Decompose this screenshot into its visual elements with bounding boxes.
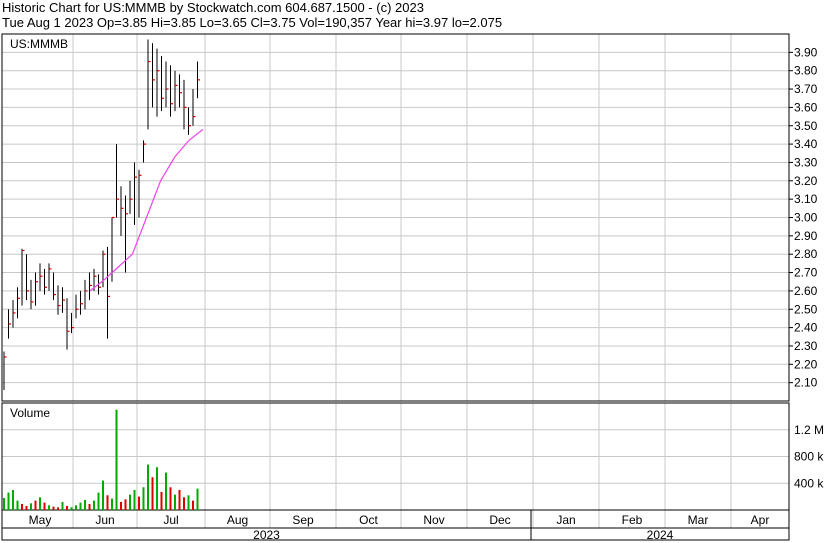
volume-tick-label: 800 k xyxy=(794,450,824,464)
price-bar xyxy=(89,272,92,301)
price-bar xyxy=(161,56,164,112)
price-bar xyxy=(12,300,16,328)
price-tick-label: 2.90 xyxy=(794,229,818,243)
price-bar xyxy=(84,279,88,310)
price-bar xyxy=(30,279,34,310)
price-tick-label: 3.10 xyxy=(794,192,818,206)
price-tick-label: 3.30 xyxy=(794,155,818,169)
price-bar xyxy=(80,290,83,315)
price-bar xyxy=(107,246,110,339)
price-bar xyxy=(174,70,178,112)
month-label: Nov xyxy=(423,513,444,527)
price-bar xyxy=(138,169,142,218)
price-bar xyxy=(53,272,56,301)
price-bar xyxy=(102,250,106,288)
price-bar xyxy=(39,263,43,291)
symbol-label: US:MMMB xyxy=(10,37,68,51)
price-axis-ticks: 2.10 2.20 2.30 2.40 2.50 2.60 2.70 2.80 2.90 3.00… xyxy=(789,45,818,390)
year-label: 2023 xyxy=(253,528,280,542)
price-tick-label: 2.80 xyxy=(794,247,818,261)
price-bar xyxy=(48,263,52,291)
price-bar xyxy=(197,61,200,99)
price-tick-label: 3.70 xyxy=(794,82,818,96)
price-bar xyxy=(165,61,169,108)
year-label: 2024 xyxy=(647,528,674,542)
price-tick-label: 3.40 xyxy=(794,137,818,151)
price-bar xyxy=(170,65,173,117)
volume-axis-ticks: 400 k 800 k 1.2 M xyxy=(794,423,824,491)
month-label: Jul xyxy=(163,513,178,527)
price-tick-label: 2.70 xyxy=(794,266,818,280)
price-tick-label: 2.20 xyxy=(794,357,818,371)
volume-tick-label: 1.2 M xyxy=(794,423,824,437)
price-bar xyxy=(183,79,187,130)
price-bar xyxy=(129,180,133,214)
month-label: Aug xyxy=(227,513,248,527)
month-label: Jan xyxy=(556,513,575,527)
price-tick-label: 2.50 xyxy=(794,302,818,316)
price-bar xyxy=(21,248,25,306)
price-bar xyxy=(179,74,182,108)
volume-label: Volume xyxy=(10,406,50,420)
price-tick-label: 3.50 xyxy=(794,119,818,133)
price-tick-label: 2.60 xyxy=(794,284,818,298)
price-bar xyxy=(66,298,70,350)
price-bar xyxy=(147,39,151,130)
price-bar xyxy=(3,351,7,390)
month-label: May xyxy=(29,513,52,527)
price-bar xyxy=(156,48,160,117)
price-bar xyxy=(143,140,146,163)
price-bar xyxy=(188,107,191,135)
price-bar xyxy=(120,186,124,236)
price-tick-label: 3.20 xyxy=(794,174,818,188)
price-tick-label: 2.40 xyxy=(794,321,818,335)
stock-chart: US:MMMB Volume 2.102.202.302.402.502.602… xyxy=(1,33,824,542)
price-tick-label: 2.30 xyxy=(794,339,818,353)
month-label: Mar xyxy=(688,513,709,527)
price-tick-label: 3.90 xyxy=(794,45,818,59)
month-label: Sep xyxy=(292,513,314,527)
price-bar xyxy=(8,309,11,339)
price-bars xyxy=(3,39,200,390)
month-label: Dec xyxy=(489,513,510,527)
price-bar xyxy=(17,287,20,319)
price-bar xyxy=(26,254,29,301)
month-label: Oct xyxy=(359,513,378,527)
price-tick-label: 3.80 xyxy=(794,64,818,78)
price-bar xyxy=(75,294,79,319)
price-bar xyxy=(57,285,61,315)
volume-tick-label: 400 k xyxy=(794,476,824,490)
volume-bars xyxy=(3,409,199,510)
price-bar xyxy=(125,195,128,273)
month-label: Jun xyxy=(95,513,114,527)
price-tick-label: 3.00 xyxy=(794,211,818,225)
price-tick-label: 3.60 xyxy=(794,100,818,114)
month-label: Feb xyxy=(622,513,643,527)
grid-lines xyxy=(2,34,789,528)
month-label: Apr xyxy=(751,513,770,527)
price-bar xyxy=(35,272,38,306)
moving-average-line xyxy=(89,128,204,292)
price-tick-label: 2.10 xyxy=(794,376,818,390)
